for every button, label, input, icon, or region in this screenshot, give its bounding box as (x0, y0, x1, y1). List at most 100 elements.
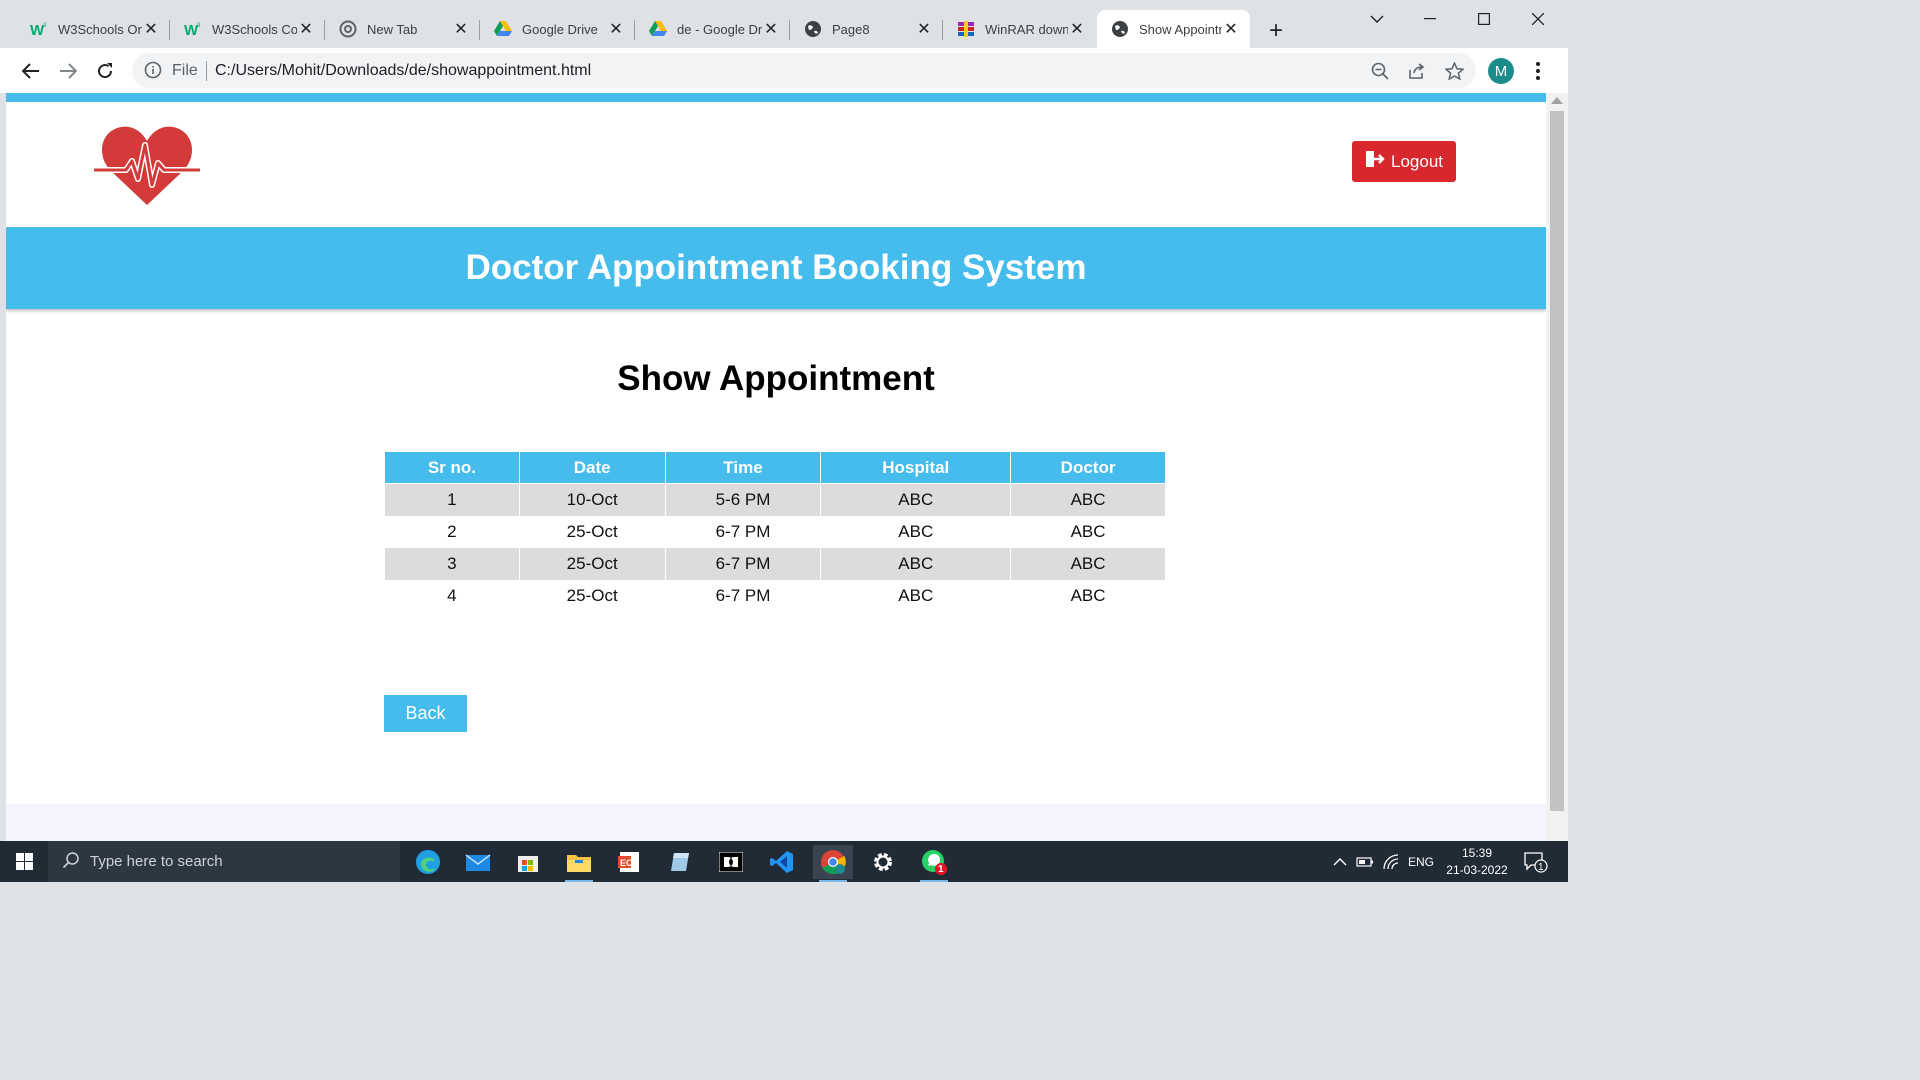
cell-hospital: ABC (820, 547, 1012, 580)
w3schools-icon: W3 (30, 20, 48, 38)
column-header-doctor: Doctor (1010, 451, 1166, 484)
cell-hospital: ABC (820, 515, 1012, 548)
chrome-taskbar-icon[interactable] (813, 845, 853, 882)
scroll-up-arrow-icon[interactable] (1551, 97, 1563, 104)
close-tab-icon[interactable]: ✕ (607, 20, 625, 38)
cell-date: 25-Oct (518, 547, 666, 580)
bookmark-star-icon[interactable] (1443, 60, 1465, 82)
cell-hospital: ABC (820, 483, 1012, 516)
tab-strip: W3 W3Schools Online Web Tutorials ✕ W3 W… (0, 0, 1568, 48)
forward-arrow-icon[interactable] (53, 56, 83, 86)
whatsapp-badge: 1 (938, 864, 944, 875)
svg-text:3: 3 (197, 23, 201, 29)
tab-google-drive[interactable]: Google Drive ✕ (480, 10, 635, 48)
page-viewport: Logout Doctor Appointment Booking System… (6, 93, 1546, 841)
whatsapp-icon[interactable]: 1 (914, 845, 954, 882)
back-button[interactable]: Back (384, 695, 467, 732)
close-tab-icon[interactable]: ✕ (762, 20, 780, 38)
tab-title: New Tab (367, 21, 418, 37)
cell-doctor: ABC (1010, 547, 1166, 580)
settings-gear-icon[interactable] (863, 845, 903, 879)
close-tab-icon[interactable]: ✕ (1222, 20, 1240, 38)
globe-icon (1111, 20, 1129, 38)
page-scrollbar[interactable] (1546, 93, 1568, 841)
show-hidden-icons-chevron-icon[interactable] (1333, 841, 1347, 882)
new-tab-button[interactable]: + (1262, 17, 1290, 45)
cell-date: 10-Oct (518, 483, 666, 516)
svg-text:3: 3 (43, 23, 47, 29)
wifi-icon[interactable] (1382, 841, 1400, 882)
edge-browser-icon[interactable] (408, 845, 448, 879)
site-banner: Doctor Appointment Booking System (6, 227, 1546, 309)
tab-page8[interactable]: Page8 ✕ (790, 10, 943, 48)
cell-sr-no: 4 (384, 579, 520, 612)
close-tab-icon[interactable]: ✕ (915, 20, 933, 38)
url-text[interactable]: C:/Users/Mohit/Downloads/de/showappointm… (215, 62, 591, 80)
column-header-hospital: Hospital (820, 451, 1012, 484)
cell-sr-no: 2 (384, 515, 520, 548)
appointments-table: Sr no. Date Time Hospital Doctor 1 10-Oc… (384, 451, 1166, 612)
tab-de-google-drive[interactable]: de - Google Drive ✕ (635, 10, 790, 48)
back-arrow-icon[interactable] (16, 56, 46, 86)
language-indicator[interactable]: ENG (1408, 841, 1434, 882)
table-row: 4 25-Oct 6-7 PM ABC ABC (384, 579, 1166, 612)
tab-w3schools-online[interactable]: W3 W3Schools Online Web Tutorials ✕ (16, 10, 170, 48)
close-tab-icon[interactable]: ✕ (452, 20, 470, 38)
tab-title: Google Drive (522, 21, 598, 37)
tab-title: de - Google Drive (677, 21, 762, 37)
google-drive-icon (649, 20, 667, 38)
file-explorer-icon[interactable] (559, 845, 599, 882)
mail-icon[interactable] (458, 845, 498, 879)
scheme-label: File (172, 62, 198, 79)
dolby-app-icon[interactable] (711, 845, 751, 879)
office-app-icon[interactable]: EC (609, 845, 649, 879)
tab-winrar-download[interactable]: WinRAR download ✕ (943, 10, 1096, 48)
battery-icon[interactable] (1356, 841, 1374, 882)
close-tab-icon[interactable]: ✕ (1068, 20, 1086, 38)
microsoft-store-icon[interactable] (508, 845, 548, 879)
tab-title: Show Appointment (1139, 21, 1222, 37)
notepad-app-icon[interactable] (660, 845, 700, 879)
cell-time: 6-7 PM (664, 515, 822, 548)
notification-center-icon[interactable]: 1 (1524, 841, 1548, 882)
tab-new-tab[interactable]: New Tab ✕ (325, 10, 480, 48)
minimize-button[interactable] (1410, 6, 1450, 32)
taskbar-clock[interactable]: 15:39 21-03-2022 (1442, 845, 1512, 879)
cell-time: 5-6 PM (664, 483, 822, 516)
tab-title: Page8 (832, 21, 870, 37)
tab-title: W3Schools Online Web Tutorials (58, 21, 142, 37)
profile-avatar[interactable]: M (1488, 58, 1514, 84)
reload-icon[interactable] (90, 56, 120, 86)
logout-button[interactable]: Logout (1352, 141, 1456, 182)
cell-time: 6-7 PM (664, 547, 822, 580)
info-icon[interactable] (144, 61, 162, 79)
scrollbar-thumb[interactable] (1550, 111, 1564, 811)
cell-date: 25-Oct (518, 579, 666, 612)
cell-sr-no: 3 (384, 547, 520, 580)
browser-toolbar: File C:/Users/Mohit/Downloads/de/showapp… (0, 48, 1568, 93)
address-bar[interactable]: File C:/Users/Mohit/Downloads/de/showapp… (132, 53, 1476, 88)
cell-date: 25-Oct (518, 515, 666, 548)
w3schools-icon: W3 (184, 20, 202, 38)
tab-w3schools-code-editor[interactable]: W3 W3Schools Code Editor ✕ (170, 10, 325, 48)
close-window-button[interactable] (1518, 6, 1558, 32)
top-accent-bar (6, 93, 1546, 102)
svg-text:EC: EC (620, 858, 633, 868)
column-header-sr-no: Sr no. (384, 451, 520, 484)
maximize-button[interactable] (1464, 6, 1504, 32)
vscode-icon[interactable] (762, 845, 802, 879)
taskbar-search-box[interactable]: Type here to search (48, 841, 400, 882)
menu-kebab-icon[interactable] (1528, 58, 1548, 84)
tab-search-chevron-icon[interactable] (1357, 6, 1397, 32)
windows-start-icon[interactable] (0, 841, 48, 882)
close-tab-icon[interactable]: ✕ (142, 20, 160, 38)
table-row: 1 10-Oct 5-6 PM ABC ABC (384, 483, 1166, 516)
cell-doctor: ABC (1010, 483, 1166, 516)
logout-icon (1365, 150, 1385, 173)
share-icon[interactable] (1406, 60, 1428, 82)
zoom-icon[interactable] (1369, 60, 1391, 82)
tab-show-appointment[interactable]: Show Appointment ✕ (1097, 10, 1250, 48)
address-divider (206, 61, 207, 81)
tab-title: WinRAR download (985, 21, 1068, 37)
close-tab-icon[interactable]: ✕ (297, 20, 315, 38)
